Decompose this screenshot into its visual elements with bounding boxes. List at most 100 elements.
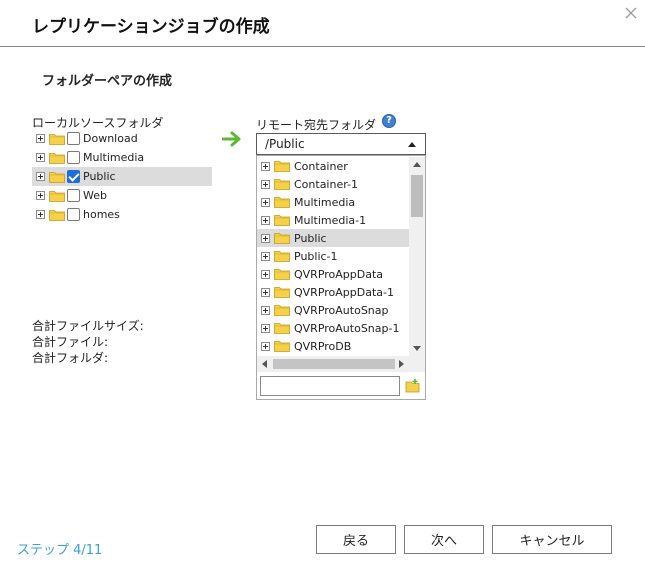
- folder-checkbox[interactable]: [67, 208, 80, 221]
- local-folder-tree: Download Multimedia Public Web homes: [32, 129, 212, 224]
- folder-icon: [49, 190, 65, 202]
- next-button[interactable]: 次へ: [404, 525, 484, 554]
- folder-name: Multimedia: [294, 195, 356, 209]
- expand-plus-icon[interactable]: [36, 191, 45, 200]
- folder-icon: [274, 215, 290, 226]
- expand-plus-icon[interactable]: [261, 215, 270, 225]
- question-help-icon[interactable]: ?: [382, 114, 396, 128]
- remote-folder-row[interactable]: Multimedia: [257, 193, 409, 211]
- folder-name: Public: [294, 231, 327, 245]
- step-indicator: ステップ 4/11: [17, 543, 103, 558]
- horizontal-scrollbar[interactable]: [257, 356, 409, 372]
- remote-folder-row[interactable]: Public: [257, 229, 409, 247]
- expand-plus-icon[interactable]: [261, 305, 270, 315]
- remote-folder-row[interactable]: Container: [257, 157, 409, 175]
- section-title: フォルダーペアの作成: [42, 74, 173, 89]
- expand-plus-icon[interactable]: [261, 323, 270, 333]
- folder-icon: [49, 171, 65, 183]
- replication-job-dialog: レプリケーションジョブの作成 フォルダーペアの作成 ローカルソースフォルダ Do…: [0, 0, 645, 570]
- expand-plus-icon[interactable]: [36, 153, 45, 162]
- remote-folder-label: リモート宛先フォルダ: [256, 118, 377, 132]
- folder-icon: [49, 209, 65, 221]
- remote-folder-row[interactable]: QVRProAutoSnap-1: [257, 319, 409, 337]
- folder-icon: [49, 133, 65, 145]
- scroll-left-icon[interactable]: [262, 360, 267, 368]
- remote-folder-row[interactable]: QVRProAppData: [257, 265, 409, 283]
- folder-name: Download: [83, 132, 138, 145]
- remote-folder-row[interactable]: QVRProAutoSnap: [257, 301, 409, 319]
- local-folder-row[interactable]: Web: [32, 186, 212, 205]
- remote-folder-dropdown[interactable]: /Public: [256, 133, 426, 155]
- folder-icon: [274, 269, 290, 280]
- expand-plus-icon[interactable]: [36, 210, 45, 219]
- folder-name: QVRProAutoSnap: [294, 303, 389, 317]
- folder-checkbox[interactable]: [67, 151, 80, 164]
- folder-name: Multimedia: [83, 151, 145, 164]
- scrollbar-corner: [409, 356, 425, 372]
- total-folders-label: 合計フォルダ:: [32, 351, 109, 365]
- back-button[interactable]: 戻る: [316, 525, 396, 554]
- total-file-size-label: 合計ファイルサイズ:: [32, 319, 144, 333]
- folder-icon: [274, 233, 290, 244]
- expand-plus-icon[interactable]: [36, 172, 45, 181]
- expand-plus-icon[interactable]: [261, 251, 270, 261]
- folder-name: Public: [83, 170, 116, 183]
- folder-icon: [274, 341, 290, 352]
- folder-icon: [274, 323, 290, 334]
- expand-plus-icon[interactable]: [261, 179, 270, 189]
- local-folder-row[interactable]: Public: [32, 167, 212, 186]
- scroll-up-icon[interactable]: [413, 162, 421, 167]
- folder-name: QVRProAutoSnap-1: [294, 321, 400, 335]
- expand-plus-icon[interactable]: [36, 134, 45, 143]
- folder-name: Multimedia-1: [294, 213, 367, 227]
- expand-plus-icon[interactable]: [261, 341, 270, 351]
- folder-icon: [274, 287, 290, 298]
- caret-up-icon: [408, 142, 416, 147]
- expand-plus-icon[interactable]: [261, 161, 270, 171]
- horizontal-scroll-thumb[interactable]: [273, 359, 395, 369]
- remote-folder-row[interactable]: QVRProDB: [257, 337, 409, 355]
- folder-name: homes: [83, 208, 120, 221]
- expand-plus-icon[interactable]: [261, 197, 270, 207]
- remote-folder-tree: Container Container-1 Multimedia Multimedia…: [257, 157, 409, 356]
- vertical-scrollbar[interactable]: [409, 157, 425, 356]
- folder-name: Public-1: [294, 249, 338, 263]
- new-folder-name-input[interactable]: [260, 376, 400, 396]
- total-files-label: 合計ファイル:: [32, 335, 109, 349]
- scroll-down-icon[interactable]: [413, 346, 421, 351]
- folder-name: Container: [294, 159, 348, 173]
- folder-icon: [274, 251, 290, 262]
- folder-name: QVRProAppData-1: [294, 285, 394, 299]
- local-folder-row[interactable]: Download: [32, 129, 212, 148]
- expand-plus-icon[interactable]: [261, 269, 270, 279]
- remote-folder-row[interactable]: QVRProAppData-1: [257, 283, 409, 301]
- local-folder-row[interactable]: homes: [32, 205, 212, 224]
- remote-folder-list: Container Container-1 Multimedia Multimedia…: [256, 155, 426, 400]
- title-divider: [0, 46, 645, 47]
- scroll-right-icon[interactable]: [399, 360, 404, 368]
- folder-checkbox[interactable]: [67, 189, 80, 202]
- remote-folder-row[interactable]: Public-1: [257, 247, 409, 265]
- arrow-right-icon: [222, 131, 241, 147]
- folder-icon: [274, 305, 290, 316]
- folder-name: Web: [83, 189, 107, 202]
- folder-icon: [49, 152, 65, 164]
- folder-name: Container-1: [294, 177, 359, 191]
- new-folder-icon[interactable]: [405, 378, 421, 394]
- dialog-title: レプリケーションジョブの作成: [32, 17, 270, 37]
- folder-icon: [274, 179, 290, 190]
- vertical-scroll-thumb[interactable]: [411, 175, 423, 217]
- local-folder-row[interactable]: Multimedia: [32, 148, 212, 167]
- folder-checkbox[interactable]: [67, 170, 80, 183]
- cancel-button[interactable]: キャンセル: [492, 525, 612, 554]
- folder-name: QVRProAppData: [294, 267, 384, 281]
- remote-folder-row[interactable]: Container-1: [257, 175, 409, 193]
- remote-folder-row[interactable]: Multimedia-1: [257, 211, 409, 229]
- expand-plus-icon[interactable]: [261, 287, 270, 297]
- folder-checkbox[interactable]: [67, 132, 80, 145]
- remote-selected-path: /Public: [265, 137, 305, 151]
- folder-icon: [274, 197, 290, 208]
- close-icon[interactable]: [623, 5, 639, 21]
- expand-plus-icon[interactable]: [261, 233, 270, 243]
- folder-name: QVRProDB: [294, 339, 352, 353]
